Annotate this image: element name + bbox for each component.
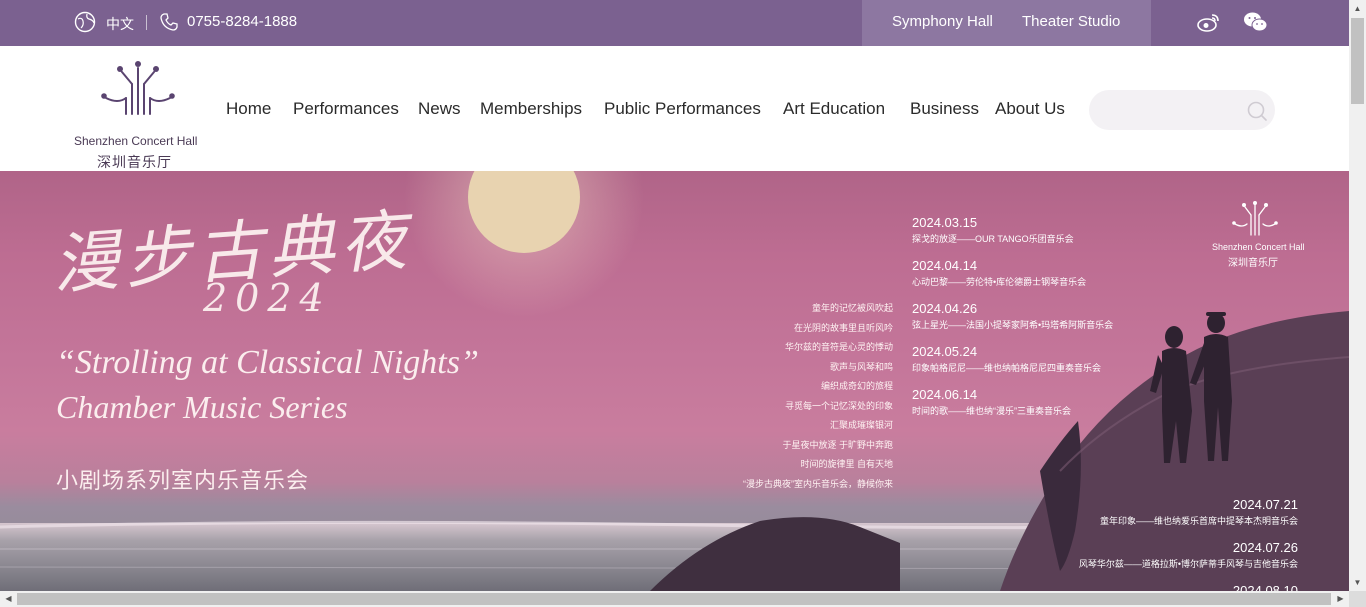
divider (146, 15, 147, 30)
search-icon[interactable] (1246, 100, 1268, 122)
language-switch[interactable]: 中文 (106, 14, 134, 34)
event-list: 2024.03.15 探戈的放逐——OUR TANGO乐团音乐会 2024.04… (912, 215, 1113, 430)
nav-performances[interactable]: Performances (293, 99, 399, 119)
event-desc: 时间的歌——维也纳“漫乐”三重奏音乐会 (912, 406, 1071, 416)
event-item: 2024.04.14 心动巴黎——劳伦特•库伦德爵士钢琴音乐会 (912, 258, 1113, 301)
event-item: 2024.05.24 印象帕格尼尼——维也纳帕格尼尼四重奏音乐会 (912, 344, 1113, 387)
scrollbar-corner (1349, 591, 1366, 607)
top-bar: 中文 0755-8284-1888 Symphony Hall Theater … (0, 0, 1349, 46)
poem-line: 寻觅每一个记忆深处的印象 (784, 400, 893, 411)
event-desc: 风琴华尔兹——道格拉斯•博尔萨蒂手风琴与吉他音乐会 (1078, 559, 1298, 569)
scroll-left-icon[interactable]: ◀ (0, 591, 17, 607)
poem-line: 歌声与风琴和鸣 (829, 361, 893, 372)
event-desc: 弦上星光——法国小提琴家阿希•玛塔希阿斯音乐会 (912, 320, 1114, 330)
scroll-up-icon[interactable]: ▲ (1349, 0, 1366, 17)
symphony-hall-link[interactable]: Symphony Hall (892, 13, 993, 30)
vertical-scrollbar[interactable]: ▲ ▼ (1349, 0, 1366, 591)
phone-number: 0755-8284-1888 (187, 13, 298, 30)
site-logo[interactable]: Shenzhen Concert Hall 深圳音乐厅 (70, 58, 206, 170)
event-desc: 探戈的放逐——OUR TANGO乐团音乐会 (912, 234, 1074, 244)
event-item: 2024.06.14 时间的歌——维也纳“漫乐”三重奏音乐会 (912, 387, 1113, 430)
event-desc: 童年印象——维也纳爱乐首席中提琴本杰明音乐会 (1099, 516, 1298, 526)
poem-line: 编织成奇幻的旅程 (820, 381, 893, 391)
search-box (1089, 90, 1275, 130)
event-item: 2024.08.10 (1079, 583, 1298, 591)
event-item: 2024.07.21 童年印象——维也纳爱乐首席中提琴本杰明音乐会 (1079, 497, 1298, 540)
scroll-thumb[interactable] (17, 593, 1331, 605)
event-item: 2024.07.26 风琴华尔兹——道格拉斯•博尔萨蒂手风琴与吉他音乐会 (1079, 540, 1298, 583)
nav-public-performances[interactable]: Public Performances (604, 99, 761, 119)
banner-title-en: “Strolling at Classical Nights” (56, 344, 479, 381)
nav-art-education[interactable]: Art Education (783, 99, 885, 119)
event-date: 2024.08.10 (1232, 583, 1298, 591)
nav-about-us[interactable]: About Us (995, 99, 1065, 119)
poem-line: 时间的旋律里 自有天地 (800, 459, 893, 469)
nav-home[interactable]: Home (226, 99, 271, 119)
event-date: 2024.04.14 (912, 258, 978, 273)
phone-icon (160, 13, 178, 31)
search-input[interactable] (1105, 98, 1245, 122)
banner-logo-cn: 深圳音乐厅 (1228, 258, 1278, 269)
wechat-icon[interactable] (1243, 11, 1268, 33)
scroll-thumb[interactable] (1351, 18, 1364, 104)
event-date: 2024.07.26 (1232, 540, 1298, 555)
poem-line: 于星夜中放逐 于旷野中奔跑 (782, 439, 893, 450)
logo-text-en: Shenzhen Concert Hall (74, 134, 198, 148)
poem-line: 华尔兹的音符是心灵的悸动 (784, 342, 893, 352)
nav-memberships[interactable]: Memberships (480, 99, 582, 119)
poem-line: 在光阴的故事里且听风吟 (793, 322, 893, 333)
event-item: 2024.03.15 探戈的放逐——OUR TANGO乐团音乐会 (912, 215, 1113, 258)
banner-subtitle-en: Chamber Music Series (56, 389, 348, 425)
scroll-right-icon[interactable]: ▶ (1332, 591, 1349, 607)
event-list-right: 2024.07.21 童年印象——维也纳爱乐首席中提琴本杰明音乐会 2024.0… (1079, 497, 1298, 591)
logo-mark-icon (101, 61, 175, 115)
nav-news[interactable]: News (418, 99, 461, 119)
banner-poem: 童年的记忆被风吹起 在光阴的故事里且听风吟 华尔兹的音符是心灵的悸动 歌声与风琴… (700, 301, 893, 496)
poem-line: “漫步古典夜”室内乐音乐会，静候你来 (743, 478, 893, 489)
logo-mark-icon (1232, 201, 1278, 236)
event-item: 2024.04.26 弦上星光——法国小提琴家阿希•玛塔希阿斯音乐会 (912, 301, 1113, 344)
event-date: 2024.03.15 (912, 215, 978, 230)
event-date: 2024.04.26 (912, 301, 978, 316)
hero-banner[interactable]: 漫步古典夜 2024 “Strolling at Classical Night… (0, 171, 1349, 591)
globe-icon[interactable] (74, 11, 96, 33)
theater-studio-link[interactable]: Theater Studio (1022, 13, 1120, 30)
main-header: Shenzhen Concert Hall 深圳音乐厅 Home Perform… (0, 46, 1349, 171)
weibo-icon[interactable] (1197, 11, 1221, 33)
banner-subtitle-cn: 小剧场系列室内乐音乐会 (56, 468, 310, 493)
logo-text-cn: 深圳音乐厅 (97, 154, 172, 170)
poem-line: 汇聚成璀璨银河 (829, 420, 893, 430)
event-desc: 印象帕格尼尼——维也纳帕格尼尼四重奏音乐会 (912, 363, 1102, 373)
banner-logo-en: Shenzhen Concert Hall (1212, 242, 1305, 252)
banner-logo: Shenzhen Concert Hall 深圳音乐厅 (1210, 199, 1305, 269)
horizontal-scrollbar[interactable]: ◀ ▶ (0, 591, 1349, 607)
event-date: 2024.06.14 (912, 387, 978, 402)
event-date: 2024.05.24 (912, 344, 978, 359)
event-date: 2024.07.21 (1232, 497, 1298, 512)
banner-year: 2024 (203, 276, 332, 320)
nav-business[interactable]: Business (910, 99, 979, 119)
scroll-down-icon[interactable]: ▼ (1349, 574, 1366, 591)
poem-line: 童年的记忆被风吹起 (811, 303, 893, 313)
venue-links: Symphony Hall Theater Studio (862, 0, 1151, 46)
event-desc: 心动巴黎——劳伦特•库伦德爵士钢琴音乐会 (912, 277, 1087, 287)
